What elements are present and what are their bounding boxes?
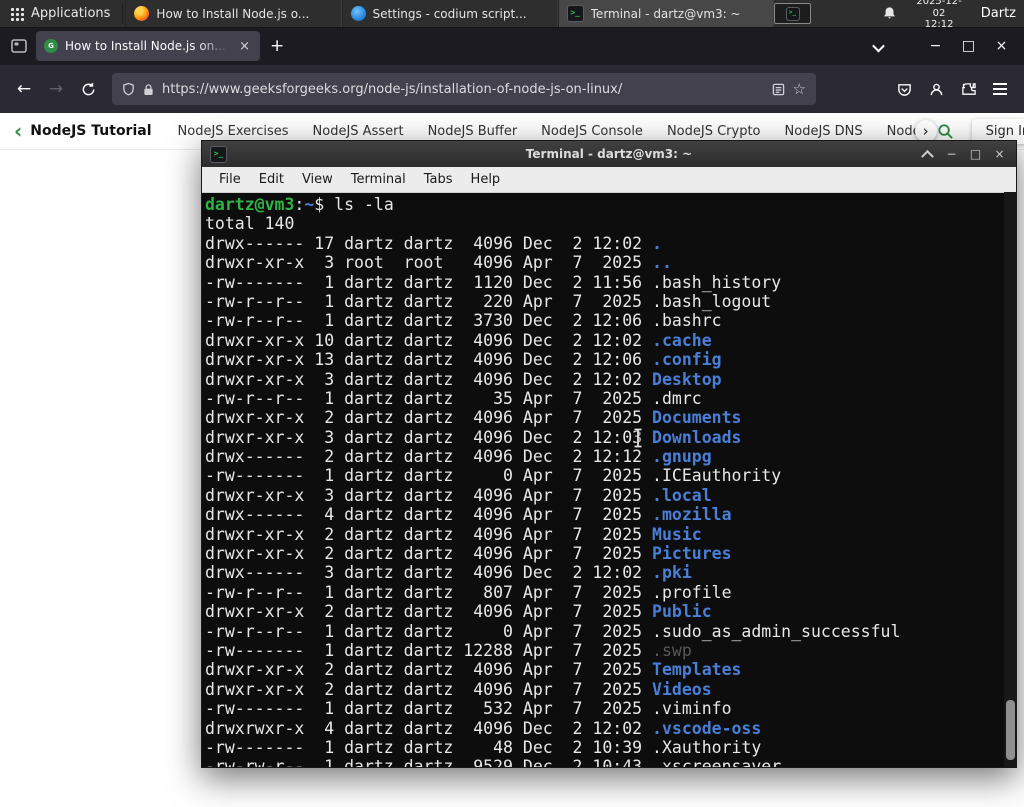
firefox-view-icon[interactable] <box>6 33 32 59</box>
minimize-button[interactable]: − <box>944 147 959 161</box>
taskbar-button-terminal[interactable]: >_ Terminal - dartz@vm3: ~ <box>557 0 774 27</box>
shield-icon[interactable] <box>122 82 135 96</box>
scrollbar-thumb[interactable] <box>1005 700 1015 760</box>
new-tab-button[interactable]: + <box>260 36 294 56</box>
search-icon[interactable] <box>937 123 954 140</box>
minimize-button[interactable]: − <box>919 27 952 65</box>
applications-label: Applications <box>31 6 111 21</box>
close-button[interactable]: × <box>985 27 1018 65</box>
terminal-window-controls: − □ × <box>920 147 1016 163</box>
panel-separator <box>122 3 124 24</box>
site-nav-link[interactable]: NodeJS Crypto <box>667 124 761 139</box>
clock-date: 2025-12-02 <box>916 0 962 19</box>
menu-item[interactable]: Terminal <box>342 170 415 189</box>
terminal-window: Terminal - dartz@vm3: ~ >_ − □ × File Edi… <box>201 140 1017 768</box>
nav-brand[interactable]: NodeJS Tutorial <box>30 123 151 139</box>
back-button[interactable]: ← <box>8 73 40 105</box>
account-icon[interactable] <box>920 73 952 105</box>
terminal-output[interactable]: dartz@vm3:~$ ls -la total 140 drwx------ 1… <box>202 193 1016 767</box>
tab-close-icon[interactable]: × <box>237 39 252 54</box>
terminal-icon: >_ <box>210 145 227 163</box>
terminal-scrollbar[interactable] <box>1004 192 1016 767</box>
geeksforgeeks-favicon: G <box>44 39 58 53</box>
reload-button[interactable] <box>72 73 104 105</box>
site-nav-link[interactable]: NodeJS Buffer <box>428 124 518 139</box>
forward-button: → <box>48 79 64 99</box>
clock-time: 12:12 <box>924 19 954 31</box>
browser-toolbar: ← → https://www.geeksforgeeks.org/node-j… <box>0 65 1024 113</box>
shade-icon[interactable] <box>920 147 935 163</box>
reader-view-icon[interactable] <box>772 83 785 96</box>
panel-user-label[interactable]: Dartz <box>981 6 1018 21</box>
menu-item[interactable]: View <box>293 170 342 189</box>
bookmark-star-icon[interactable]: ☆ <box>793 80 806 98</box>
terminal-title-bar[interactable]: Terminal - dartz@vm3: ~ >_ − □ × <box>202 141 1016 167</box>
browser-window-controls: − □ × <box>919 27 1018 65</box>
taskbar-button-firefox[interactable]: How to Install Node.js o... <box>125 0 342 27</box>
terminal-menu-bar: File Edit View Terminal Tabs Help <box>202 167 1016 193</box>
panel-tray: >_ 2025-12-02 12:12 Dartz <box>773 0 1024 30</box>
url-bar[interactable]: https://www.geeksforgeeks.org/node-js/in… <box>112 73 816 105</box>
workspace-switcher[interactable]: >_ <box>773 3 812 24</box>
terminal-icon: >_ <box>566 5 584 22</box>
toolbar-right-icons <box>888 73 1016 105</box>
browser-tab-active[interactable]: G How to Install Node.js on... × <box>36 31 260 61</box>
list-all-tabs-icon[interactable] <box>863 37 893 56</box>
menu-hamburger-icon[interactable] <box>984 73 1016 105</box>
site-nav-link[interactable]: NodeJS Exercises <box>178 124 289 139</box>
firefox-icon <box>134 6 150 21</box>
applications-grid-icon <box>10 6 24 21</box>
tab-title: How to Install Node.js on... <box>65 39 226 53</box>
extensions-icon[interactable] <box>952 73 984 105</box>
terminal-icon: >_ <box>785 6 800 21</box>
browser-tab-bar: G How to Install Node.js on... × + − □ × <box>0 27 1024 65</box>
notification-bell-icon[interactable] <box>882 6 897 21</box>
top-panel: Applications How to Install Node.js o...… <box>0 0 1024 30</box>
menu-item[interactable]: File <box>210 170 250 189</box>
taskbar-button-codium[interactable]: Settings - codium script... <box>341 0 558 27</box>
panel-clock[interactable]: 2025-12-02 12:12 <box>910 0 967 31</box>
lock-icon[interactable] <box>143 83 154 96</box>
site-nav-link[interactable]: NodeJS Console <box>541 124 643 139</box>
menu-item[interactable]: Tabs <box>415 170 462 189</box>
site-nav-link[interactable]: NodeJS DNS <box>785 124 863 139</box>
site-nav-link[interactable]: NodeJS Assert <box>313 124 404 139</box>
codium-icon <box>350 6 366 21</box>
maximize-button[interactable]: □ <box>968 147 983 161</box>
url-text[interactable]: https://www.geeksforgeeks.org/node-js/in… <box>162 82 764 97</box>
nav-back-chevron-icon[interactable]: ‹ <box>14 121 22 141</box>
maximize-button[interactable]: □ <box>952 27 985 65</box>
terminal-window-title: Terminal - dartz@vm3: ~ <box>525 147 693 161</box>
nav-next-chevron-icon[interactable]: › <box>914 120 937 142</box>
site-nav-items: NodeJS Exercises NodeJS Assert NodeJS Buff… <box>178 124 921 139</box>
close-button[interactable]: × <box>992 147 1007 161</box>
pocket-icon[interactable] <box>888 73 920 105</box>
menu-item[interactable]: Edit <box>250 170 293 189</box>
menu-item[interactable]: Help <box>462 170 510 189</box>
applications-menu-button[interactable]: Applications <box>0 0 120 27</box>
